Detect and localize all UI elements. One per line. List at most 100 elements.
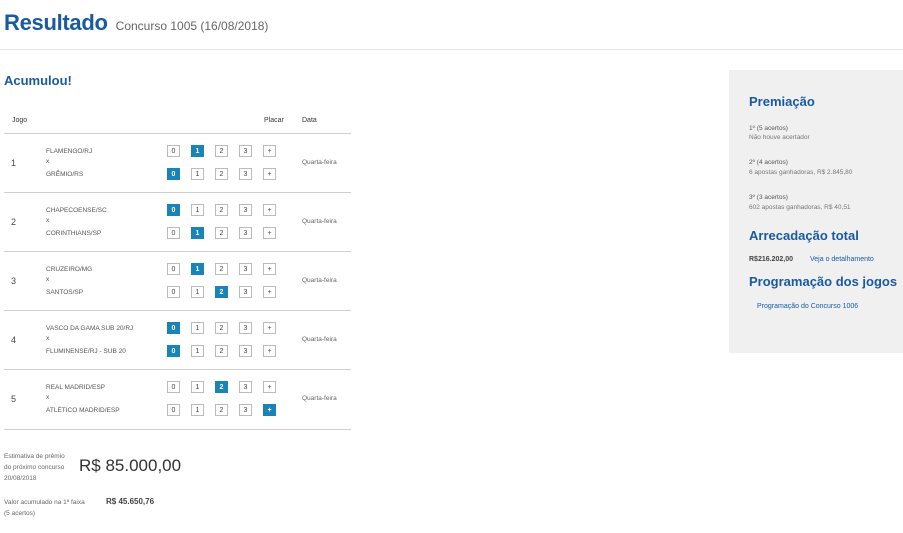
home-team: REAL MADRID/ESP: [46, 384, 105, 391]
home-score-option: 1: [191, 381, 204, 393]
home-score-option: 0: [167, 204, 180, 216]
home-score-option: +: [263, 145, 276, 157]
away-team: GRÊMIO/RS: [46, 171, 84, 178]
home-score-option: 2: [215, 381, 228, 393]
arrecadacao-detail-link[interactable]: Veja o detalhamento: [810, 256, 874, 263]
home-score-options: 0 1 2 3 +: [167, 145, 287, 157]
away-score-option: 0: [167, 227, 180, 239]
programacao-link[interactable]: Programação do Concurso 1006: [757, 303, 858, 310]
away-score-option: 3: [239, 404, 252, 416]
estimate-label-line1: Estimativa de prêmio: [4, 453, 65, 460]
away-team: SANTOS/SP: [46, 289, 84, 296]
prize-tier-3: 3º (3 acertos): [749, 194, 788, 201]
away-score-option: 0: [167, 168, 180, 180]
home-score-option: +: [263, 381, 276, 393]
home-score-option: 0: [167, 381, 180, 393]
away-team: ATLÉTICO MADRID/ESP: [46, 407, 120, 414]
game-date: Quarta-feira: [302, 277, 337, 284]
home-score-option: 3: [239, 263, 252, 275]
home-score-option: 0: [167, 263, 180, 275]
away-score-option: 3: [239, 168, 252, 180]
accumulated-value: R$ 45.650,76: [106, 497, 155, 506]
prize-detail-1: Não houve acertador: [749, 134, 810, 141]
game-number: 4: [11, 335, 17, 345]
game-row: 5 REAL MADRID/ESP x ATLÉTICO MADRID/ESP 0 1 2 3…: [4, 369, 351, 430]
away-score-option: 1: [191, 404, 204, 416]
home-score-option: 1: [191, 263, 204, 275]
accumulated-label-line1: Valor acumulado na 1ª faixa: [4, 499, 85, 506]
page-title: Resultado: [4, 10, 108, 35]
away-score-option: 1: [191, 286, 204, 298]
contest-subtitle: Concurso 1005 (16/08/2018): [115, 19, 269, 33]
home-score-option: 1: [191, 145, 204, 157]
away-score-options: 0 1 2 3 +: [167, 404, 287, 416]
estimate-label: Estimativa de prêmio do próximo concurso…: [4, 451, 74, 484]
away-score-option: 0: [167, 404, 180, 416]
prize-tier-2: 2º (4 acertos): [749, 159, 788, 166]
away-team: FLUMINENSE/RJ - SUB 20: [46, 348, 126, 355]
game-row: 2 CHAPECOENSE/SC x CORINTHIANS/SP 0 1 2 3 +0 1 2 3 +…: [4, 192, 351, 252]
home-score-option: 2: [215, 263, 228, 275]
sidebar-panel: Premiação 1º (5 acertos) Não houve acert…: [729, 70, 903, 353]
status-heading: Acumulou!: [4, 73, 72, 88]
col-header-data: Data: [302, 117, 317, 124]
versus-label: x: [46, 335, 50, 342]
away-team: CORINTHIANS/SP: [46, 230, 102, 237]
away-score-option: 3: [239, 227, 252, 239]
home-score-options: 0 1 2 3 +: [167, 204, 287, 216]
home-score-option: 3: [239, 204, 252, 216]
col-header-placar: Placar: [264, 117, 284, 124]
home-team: FLAMENGO/RJ: [46, 148, 93, 155]
away-score-option: +: [263, 286, 276, 298]
home-score-option: 3: [239, 322, 252, 334]
away-score-option: 1: [191, 168, 204, 180]
game-row: 1 FLAMENGO/RJ x GRÊMIO/RS 0 1 2 3 +0 1 2 3 + Quarta-f…: [4, 133, 351, 193]
versus-label: x: [46, 276, 50, 283]
away-score-option: 2: [215, 168, 228, 180]
away-score-option: +: [263, 227, 276, 239]
estimate-value: R$ 85.000,00: [79, 456, 182, 475]
game-row: 3 CRUZEIRO/MG x SANTOS/SP 0 1 2 3 +0 1 2 3 + Quarta-f…: [4, 251, 351, 311]
home-score-option: +: [263, 204, 276, 216]
away-score-option: 0: [167, 286, 180, 298]
home-score-option: +: [263, 263, 276, 275]
prize-detail-3: 602 apostas ganhadoras, R$ 40,51: [749, 204, 851, 211]
away-score-option: 1: [191, 227, 204, 239]
home-team: CHAPECOENSE/SC: [46, 207, 107, 214]
header-divider: [0, 49, 903, 50]
away-score-options: 0 1 2 3 +: [167, 286, 287, 298]
game-number: 1: [11, 158, 17, 168]
home-score-option: 2: [215, 145, 228, 157]
col-header-jogo: Jogo: [12, 117, 28, 124]
away-score-option: 2: [215, 286, 228, 298]
away-score-option: 2: [215, 404, 228, 416]
away-score-option: 3: [239, 286, 252, 298]
away-score-options: 0 1 2 3 +: [167, 345, 287, 357]
home-score-option: 0: [167, 322, 180, 334]
game-row: 4 VASCO DA GAMA SUB 20/RJ x FLUMINENSE/RJ -…: [4, 310, 351, 370]
page-header: Resultado Concurso 1005 (16/08/2018): [4, 10, 268, 38]
away-score-option: 2: [215, 345, 228, 357]
versus-label: x: [46, 158, 50, 165]
home-score-option: 1: [191, 204, 204, 216]
versus-label: x: [46, 217, 50, 224]
away-score-options: 0 1 2 3 +: [167, 168, 287, 180]
home-team: VASCO DA GAMA SUB 20/RJ: [46, 325, 134, 332]
home-score-option: +: [263, 322, 276, 334]
away-score-option: 0: [167, 345, 180, 357]
home-score-options: 0 1 2 3 +: [167, 381, 287, 393]
prize-detail-2: 6 apostas ganhadoras, R$ 2.845,80: [749, 169, 853, 176]
away-score-option: +: [263, 345, 276, 357]
programacao-heading: Programação dos jogos: [749, 274, 898, 289]
prize-tier-1: 1º (5 acertos): [749, 125, 788, 132]
arrecadacao-value: R$216.202,00: [749, 256, 793, 263]
estimate-label-line2: do próximo concurso: [4, 464, 65, 471]
game-number: 2: [11, 217, 17, 227]
game-date: Quarta-feira: [302, 159, 337, 166]
versus-label: x: [46, 394, 50, 401]
home-score-option: 0: [167, 145, 180, 157]
away-score-option: 2: [215, 227, 228, 239]
premiacao-heading: Premiação: [749, 94, 815, 109]
home-score-options: 0 1 2 3 +: [167, 322, 287, 334]
arrecadacao-heading: Arrecadação total: [749, 228, 859, 243]
